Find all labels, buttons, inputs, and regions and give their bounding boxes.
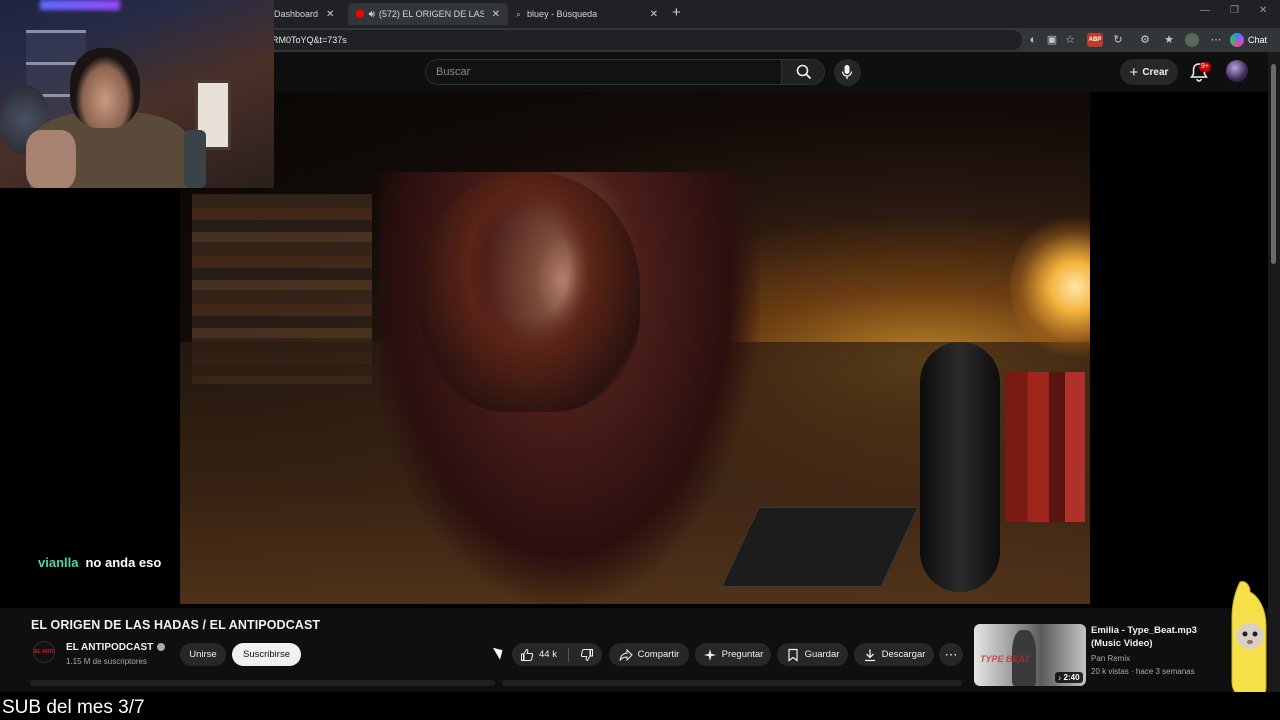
search-button[interactable]	[781, 59, 825, 85]
streamer-arm-image	[26, 130, 76, 188]
ask-button[interactable]: Preguntar	[695, 643, 771, 666]
download-icon	[864, 649, 875, 661]
tab-youtube-video[interactable]: 🔊︎ (572) EL ORIGEN DE LAS HADAS ✕	[348, 3, 508, 25]
video-frame[interactable]	[180, 92, 1090, 604]
adblock-icon[interactable]: ABP	[1087, 33, 1103, 47]
streamer-head-image	[70, 48, 140, 128]
duration-text: 2:40	[1063, 673, 1080, 682]
description-skeleton	[30, 680, 495, 686]
chat-label: Chat	[1248, 35, 1268, 45]
sub-of-month-caption: SUB del mes 3/7	[2, 697, 145, 718]
account-avatar[interactable]	[1226, 60, 1248, 82]
close-icon[interactable]: ✕	[326, 9, 334, 20]
download-label: Descargar	[881, 649, 926, 660]
thumbs-down-icon[interactable]	[580, 648, 594, 662]
bottle-image	[184, 130, 206, 188]
screen: Dashboard ✕ 🔊︎ (572) EL ORIGEN DE LAS HA…	[0, 0, 1280, 720]
translate-icon[interactable]: ◐	[1026, 33, 1040, 47]
plus-icon: +	[1129, 63, 1139, 81]
stream-caption-bar	[0, 692, 1280, 720]
search-favicon-icon: ⌕	[516, 8, 522, 19]
lamp-glow-image	[1010, 212, 1090, 362]
comments-skeleton	[502, 680, 962, 686]
like-count[interactable]: 44 k	[539, 649, 557, 660]
bookmark-icon	[787, 648, 798, 662]
copilot-chat-button[interactable]: Chat	[1230, 32, 1267, 48]
channel-name-link[interactable]: EL ANTIPODCAST	[66, 642, 166, 653]
streamer-webcam	[0, 0, 274, 188]
restore-icon[interactable]: ❐	[1230, 5, 1239, 16]
url-field[interactable]: RM0ToYQ&t=737s	[262, 30, 1022, 50]
recommended-channel[interactable]: Pan Remix	[1091, 654, 1130, 663]
video-title: EL ORIGEN DE LAS HADAS / EL ANTIPODCAST	[31, 618, 321, 632]
chat-text: no anda eso	[85, 555, 162, 570]
recommended-video-title[interactable]: Emilia - Type_Beat.mp3 (Music Video)	[1091, 625, 1226, 650]
search-placeholder: Buscar	[436, 66, 471, 78]
thumbs-up-icon[interactable]	[520, 648, 534, 662]
share-label: Compartir	[637, 649, 680, 660]
divider	[567, 647, 569, 662]
video-duration: ♪ 2:40	[1055, 672, 1083, 683]
close-icon[interactable]: ✕	[492, 9, 500, 20]
channel-name: EL ANTIPODCAST	[66, 642, 154, 653]
neon-light	[40, 0, 120, 10]
channel-logo[interactable]: EL ANTI	[33, 641, 55, 663]
speaker-icon[interactable]: 🔊︎	[369, 9, 375, 20]
youtube-favicon-icon	[356, 10, 364, 18]
host-hair-image	[420, 172, 640, 412]
favorites-icon[interactable]: ★	[1162, 33, 1176, 47]
save-label: Guardar	[804, 649, 840, 660]
notifications-badge: 9+	[1199, 62, 1211, 72]
url-text: RM0ToYQ&t=737s	[272, 35, 347, 45]
copilot-icon	[1230, 33, 1244, 47]
tab-dashboard[interactable]: Dashboard ✕	[266, 3, 348, 25]
like-dislike-group: 44 k	[512, 643, 602, 666]
channel-logo-text: EL ANTI	[34, 649, 54, 655]
create-label: Crear	[1142, 66, 1169, 78]
voice-search-button[interactable]	[834, 59, 861, 86]
subscribe-button[interactable]: Suscribirse	[232, 643, 301, 666]
favorite-star-icon[interactable]: ☆	[1063, 33, 1077, 47]
chat-username: vianlla	[38, 555, 79, 570]
create-button[interactable]: + Crear	[1120, 59, 1178, 85]
extension-icon[interactable]: ⚙	[1138, 33, 1152, 47]
more-icon[interactable]: ⋯	[1209, 33, 1223, 47]
search-input[interactable]: Buscar	[425, 59, 781, 85]
scrollbar-thumb[interactable]	[1271, 64, 1276, 264]
more-actions-button[interactable]: ⋯	[939, 643, 963, 666]
tab-label: bluey - Búsqueda	[527, 9, 598, 19]
share-icon	[619, 648, 633, 661]
more-icon: ⋯	[944, 646, 958, 662]
thumbnail-text: TYPE BEAT	[980, 654, 1030, 664]
close-window-icon[interactable]: ✕	[1259, 5, 1267, 16]
stream-chat-message: vianlla no anda eso	[38, 555, 161, 570]
subscriber-count: 1.15 M de suscriptores	[66, 657, 147, 666]
download-button[interactable]: Descargar	[854, 643, 934, 666]
tab-label: (572) EL ORIGEN DE LAS HADAS	[378, 9, 484, 19]
tab-bluey-search[interactable]: ⌕ bluey - Búsqueda ✕	[508, 3, 666, 25]
microphone-icon	[841, 65, 853, 79]
sparkle-icon	[703, 648, 716, 661]
verified-icon	[157, 643, 166, 651]
profile-icon[interactable]	[1185, 33, 1199, 47]
tab-label: Dashboard	[274, 9, 319, 19]
share-button[interactable]: Compartir	[609, 643, 689, 666]
banana-cat-sticker	[1231, 581, 1267, 699]
mouse-cursor	[492, 644, 507, 660]
close-icon[interactable]: ✕	[650, 9, 658, 20]
join-label: Unirse	[189, 649, 217, 660]
new-tab-button[interactable]: +	[672, 4, 681, 21]
save-button[interactable]: Guardar	[777, 643, 848, 666]
red-books-image	[1005, 372, 1085, 522]
subscribe-label: Suscribirse	[243, 649, 290, 660]
ask-label: Preguntar	[721, 649, 764, 660]
search-icon	[796, 64, 812, 80]
minimize-icon[interactable]: —	[1200, 5, 1210, 16]
reader-icon[interactable]: ▣	[1045, 33, 1059, 47]
music-note-icon: ♪	[1058, 675, 1062, 682]
recommended-meta: 20 k vistas · hace 3 semanas	[1091, 667, 1195, 676]
refresh-extension-icon[interactable]: ↻	[1111, 33, 1125, 47]
studio-microphone-image	[920, 342, 1000, 592]
join-button[interactable]: Unirse	[180, 643, 226, 666]
